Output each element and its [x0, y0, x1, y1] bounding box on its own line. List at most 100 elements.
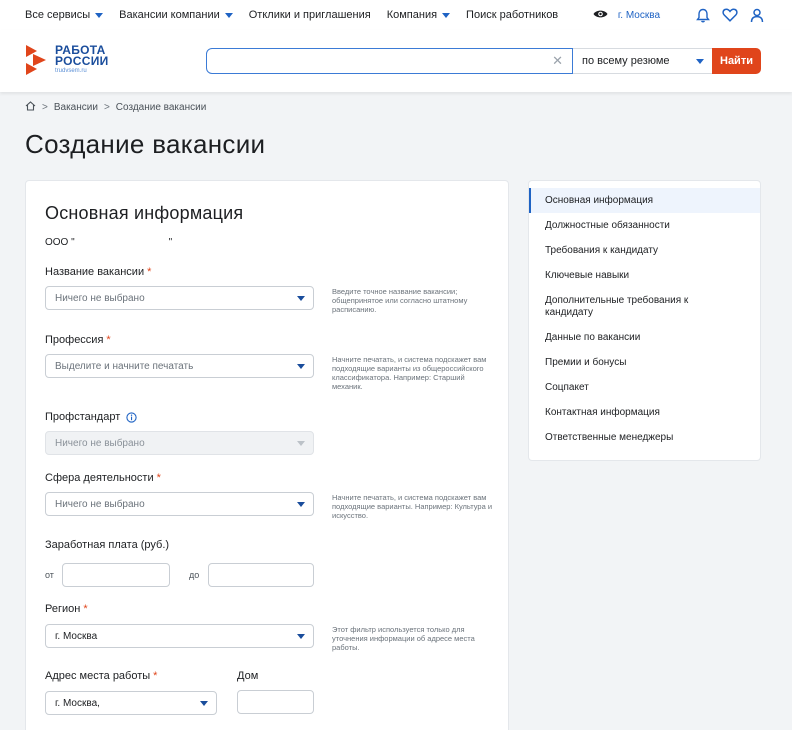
region-select[interactable]: г. Москва — [45, 624, 314, 648]
sidenav-item-vacancy-data[interactable]: Данные по вакансии — [529, 332, 760, 344]
nav-all-services-label: Все сервисы — [25, 9, 91, 21]
sidenav-item-requirements[interactable]: Требования к кандидату — [529, 245, 760, 257]
profession-value: Выделите и начните печатать — [55, 361, 194, 372]
logo-line2: РОССИИ — [55, 54, 109, 68]
region-hint: Этот фильтр используется только для уточ… — [332, 625, 475, 652]
required-marker: * — [156, 472, 161, 484]
house-label: Дом — [237, 670, 258, 682]
vacancy-name-select[interactable]: Ничего не выбрано — [45, 286, 314, 310]
profstandard-label-text: Профстандарт — [45, 411, 121, 423]
section-title: Основная информация — [45, 203, 244, 223]
home-icon[interactable] — [25, 101, 36, 114]
region-value: г. Москва — [55, 631, 98, 642]
house-input[interactable] — [237, 690, 314, 714]
address-label: Адрес места работы * — [45, 670, 157, 682]
chevron-down-icon — [95, 13, 104, 18]
chevron-down-icon — [297, 502, 305, 507]
breadcrumb-current: Создание вакансии — [115, 102, 207, 113]
profession-label: Профессия * — [45, 334, 111, 346]
sidenav-item-managers[interactable]: Ответственные менеджеры — [529, 432, 760, 444]
chevron-down-icon — [200, 701, 208, 706]
sidenav-item-social-package[interactable]: Соцпакет — [529, 382, 760, 394]
chevron-down-icon — [224, 13, 233, 18]
company-name: ООО " " — [45, 237, 172, 248]
search-scope-value: по всему резюме — [582, 55, 670, 67]
nav-responses[interactable]: Отклики и приглашения — [249, 9, 371, 21]
salary-to-input[interactable] — [208, 563, 314, 587]
activity-sphere-select[interactable]: Ничего не выбрано — [45, 492, 314, 516]
sidenav-item-contacts[interactable]: Контактная информация — [529, 407, 760, 419]
profstandard-label: Профстандарт — [45, 411, 137, 423]
vacancy-name-label: Название вакансии * — [45, 266, 151, 278]
sidenav-item-duties[interactable]: Должностные обязанности — [529, 220, 760, 232]
company-prefix: ООО " — [45, 237, 75, 248]
salary-label: Заработная плата (руб.) — [45, 539, 169, 551]
activity-sphere-hint: Начните печатать, и система подскажет ва… — [332, 493, 493, 520]
section-navigation: Основная информация Должностные обязанно… — [528, 180, 761, 461]
city-selector[interactable]: г. Москва — [618, 10, 660, 21]
vacancy-name-value: Ничего не выбрано — [55, 293, 145, 304]
nav-all-services[interactable]: Все сервисы — [25, 9, 104, 21]
page-title: Создание вакансии — [25, 129, 266, 159]
nav-company-label: Компания — [386, 9, 438, 21]
company-suffix: " — [168, 237, 173, 248]
required-marker: * — [106, 334, 111, 346]
heart-icon[interactable] — [722, 8, 738, 22]
breadcrumb-separator: > — [103, 102, 110, 113]
profstandard-select[interactable]: Ничего не выбрано — [45, 431, 314, 455]
eye-icon[interactable] — [593, 9, 608, 22]
sidenav-item-bonuses[interactable]: Премии и бонусы — [529, 357, 760, 369]
activity-sphere-value: Ничего не выбрано — [55, 499, 145, 510]
nav-search-workers[interactable]: Поиск работников — [466, 9, 558, 21]
chevron-down-icon — [297, 634, 305, 639]
profession-select[interactable]: Выделите и начните печатать — [45, 354, 314, 378]
salary-label-text: Заработная плата (руб.) — [45, 539, 170, 551]
sidenav-item-basic-info[interactable]: Основная информация — [529, 188, 760, 213]
profstandard-value: Ничего не выбрано — [55, 438, 145, 449]
chevron-down-icon — [297, 441, 305, 446]
salary-from-label: от — [45, 570, 54, 580]
region-label-text: Регион — [45, 603, 81, 615]
vacancy-name-hint: Введите точное название вакансии; общепр… — [332, 287, 468, 314]
search-input[interactable]: ✕ — [206, 48, 573, 74]
logo-subtitle: trudvsem.ru — [55, 68, 87, 74]
nav-company[interactable]: Компания — [386, 9, 451, 21]
required-marker: * — [83, 603, 88, 615]
breadcrumb: > Вакансии > Создание вакансии — [25, 101, 206, 114]
topnav-actions: г. Москва — [593, 0, 764, 30]
info-icon[interactable] — [126, 411, 137, 423]
salary-to-label: до — [189, 570, 200, 580]
chevron-down-icon — [297, 296, 305, 301]
profession-hint: Начните печатать, и система подскажет ва… — [332, 355, 487, 391]
vacancy-name-label-text: Название вакансии — [45, 266, 145, 278]
site-header: РАБОТА РОССИИ trudvsem.ru ✕ по всему рез… — [0, 30, 792, 92]
logo-icon — [26, 45, 46, 75]
user-icon[interactable] — [750, 8, 764, 23]
search-scope-select[interactable]: по всему резюме — [573, 48, 713, 74]
profession-label-text: Профессия — [45, 334, 104, 346]
required-marker: * — [147, 266, 152, 278]
sidenav-item-extra-requirements[interactable]: Дополнительные требования к кандидату — [529, 295, 709, 319]
nav-company-vacancies-label: Вакансии компании — [119, 9, 220, 21]
breadcrumb-vacancies[interactable]: Вакансии — [54, 102, 98, 113]
logo[interactable]: РАБОТА РОССИИ trudvsem.ru — [24, 43, 109, 77]
breadcrumb-separator: > — [42, 102, 48, 113]
address-label-text: Адрес места работы — [45, 670, 151, 682]
vacancy-form: Основная информация ООО " " Название вака… — [25, 180, 509, 730]
chevron-down-icon — [442, 13, 451, 18]
activity-sphere-label: Сфера деятельности * — [45, 472, 161, 484]
region-label: Регион * — [45, 603, 88, 615]
sidenav-item-key-skills[interactable]: Ключевые навыки — [529, 270, 760, 282]
chevron-down-icon — [696, 59, 704, 64]
nav-company-vacancies[interactable]: Вакансии компании — [119, 9, 233, 21]
logo-text: РАБОТА РОССИИ trudvsem.ru — [55, 44, 109, 75]
find-button[interactable]: Найти — [712, 48, 761, 74]
close-icon[interactable]: ✕ — [552, 53, 563, 69]
address-select[interactable]: г. Москва, — [45, 691, 217, 715]
salary-from-input[interactable] — [62, 563, 170, 587]
required-marker: * — [153, 670, 158, 682]
house-label-text: Дом — [237, 670, 259, 682]
nav-responses-label: Отклики и приглашения — [248, 9, 371, 21]
bell-icon[interactable] — [696, 8, 710, 23]
top-navigation: Все сервисы Вакансии компании Отклики и … — [0, 0, 792, 30]
